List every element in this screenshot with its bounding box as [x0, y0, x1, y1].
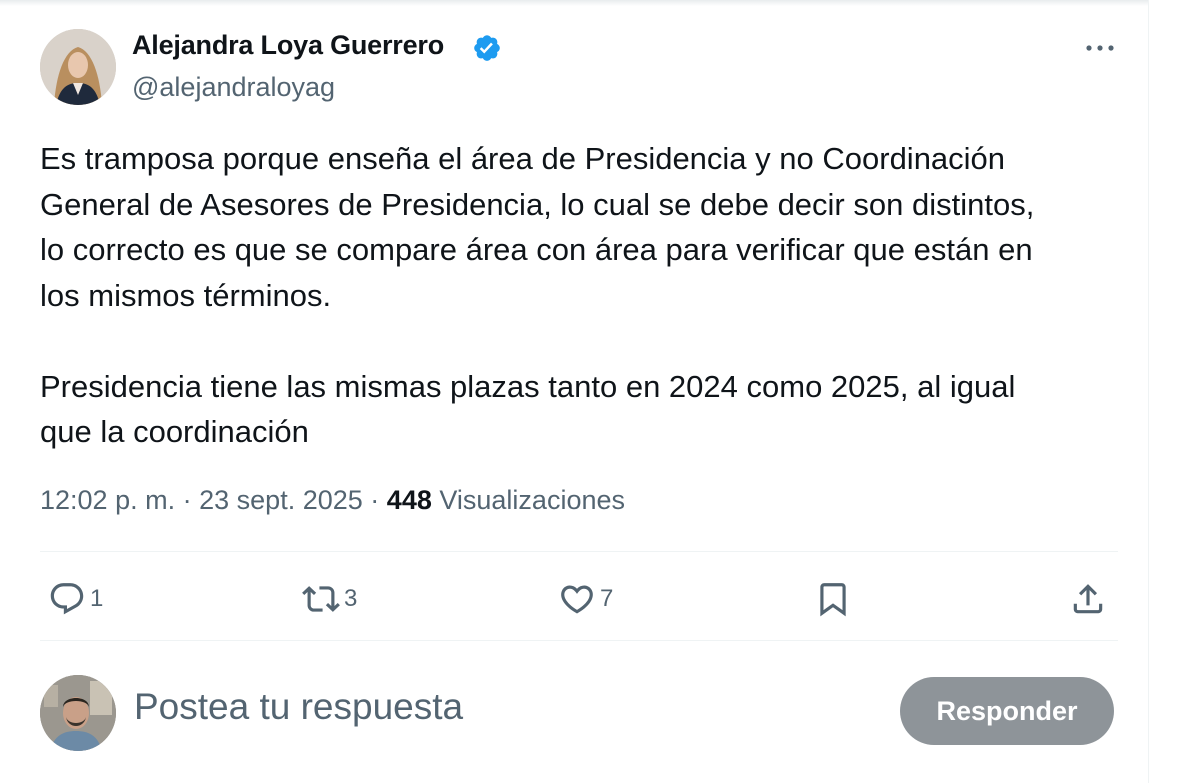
reply-count: 1	[90, 585, 104, 612]
author-avatar[interactable]	[40, 29, 116, 105]
views-count: 448	[386, 485, 432, 515]
repost-icon	[302, 586, 340, 612]
submit-reply-button[interactable]: Responder	[900, 677, 1114, 745]
top-edge	[0, 0, 1148, 6]
tweet-line: los mismos términos.	[40, 277, 332, 313]
like-button[interactable]: 7	[558, 578, 613, 620]
verified-badge-icon	[474, 35, 500, 61]
share-button[interactable]	[1069, 578, 1107, 620]
tweet-detail: Alejandra Loya Guerrero @alejandraloyag …	[0, 0, 1200, 783]
tweet-line: que la coordinación	[40, 414, 309, 449]
tweet-line: Presidencia tiene las mismas plazas tant…	[40, 368, 1016, 404]
reply-input[interactable]	[134, 686, 834, 728]
bookmark-icon	[820, 583, 846, 617]
author-handle[interactable]: @alejandraloyag	[132, 72, 335, 103]
divider	[40, 551, 1118, 552]
meta-separator: ·	[182, 485, 192, 515]
views-label: Visualizaciones	[439, 485, 625, 515]
tweet-line: lo correcto es que se compare área con á…	[40, 232, 1033, 267]
share-icon	[1073, 584, 1103, 614]
repost-button[interactable]: 3	[302, 578, 357, 620]
divider	[40, 640, 1118, 641]
tweet-time[interactable]: 12:02 p. m.	[40, 485, 175, 515]
reply-button[interactable]: 1	[48, 578, 103, 620]
bookmark-button[interactable]	[814, 578, 852, 620]
author-name[interactable]: Alejandra Loya Guerrero	[132, 30, 444, 61]
tweet-line: General de Asesores de Presidencia, lo c…	[40, 186, 1035, 222]
comment-icon	[50, 583, 84, 615]
column-border	[1148, 0, 1149, 783]
tweet-meta: 12:02 p. m. · 23 sept. 2025 · 448 Visual…	[40, 485, 625, 516]
heart-icon	[561, 585, 593, 614]
meta-separator: ·	[370, 485, 380, 515]
more-options-icon[interactable]	[1084, 38, 1116, 58]
tweet-line: Es tramposa porque enseña el área de Pre…	[40, 141, 1006, 176]
repost-count: 3	[344, 585, 358, 612]
like-count: 7	[600, 585, 614, 612]
tweet-date[interactable]: 23 sept. 2025	[199, 485, 363, 515]
tweet-text: Es tramposa porque enseña el área de Pre…	[40, 136, 1120, 455]
user-avatar[interactable]	[40, 675, 116, 751]
